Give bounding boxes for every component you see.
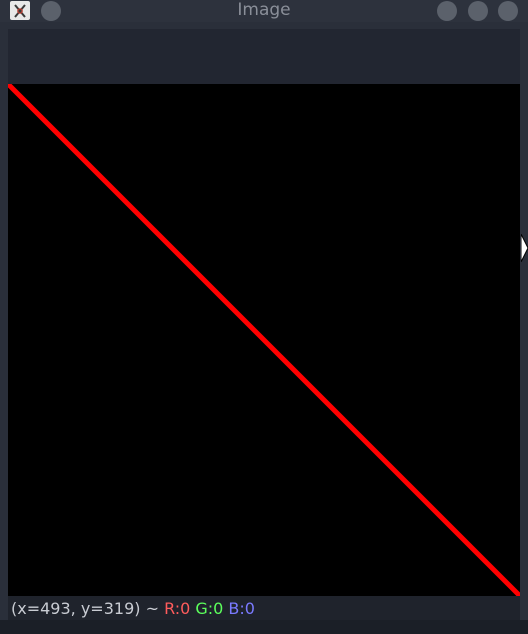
maximize-icon[interactable] [468, 1, 488, 21]
window-bottom-edge [0, 620, 528, 634]
image-svg [8, 84, 520, 596]
status-bar: (x=493, y=319) ~ R:0 G:0 B:0 [8, 596, 520, 620]
image-window: Image (x=493, y=319) ~ R:0 G:0 B:0 [0, 0, 528, 634]
mouse-pointer-icon [520, 233, 528, 266]
close-icon[interactable] [498, 1, 518, 21]
title-bar[interactable]: Image [0, 0, 528, 22]
status-text: (x=493, y=319) ~ R:0 G:0 B:0 [11, 599, 255, 618]
minimize-icon[interactable] [437, 1, 457, 21]
cursor-coordinates: (x=493, y=319) ~ [11, 599, 165, 618]
pixel-red-value: R:0 [164, 599, 191, 618]
image-canvas[interactable] [8, 84, 520, 596]
pointer-glyph [520, 233, 528, 263]
pixel-blue-value: B:0 [228, 599, 255, 618]
pixel-green-value: G:0 [195, 599, 224, 618]
red-diagonal-line [8, 84, 520, 596]
toolbar-area [8, 29, 520, 84]
